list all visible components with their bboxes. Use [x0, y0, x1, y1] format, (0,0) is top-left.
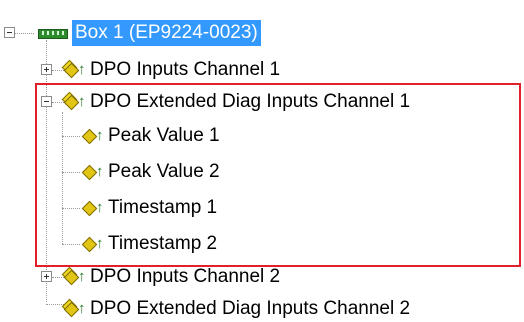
tree-node-label: Box 1 (EP9224-0023) — [72, 20, 261, 46]
tree-guide-line — [62, 244, 80, 245]
tree-node-peak-value-2[interactable]: ↑ Peak Value 2 — [81, 159, 220, 185]
expand-toggle-dpo-inputs-ch1[interactable] — [41, 64, 52, 75]
process-data-variable-icon: ↑ — [81, 234, 104, 254]
tree-guide-line — [62, 136, 80, 137]
tree-node-label: DPO Extended Diag Inputs Channel 2 — [90, 298, 411, 319]
tree-node-timestamp-1[interactable]: ↑ Timestamp 1 — [81, 195, 218, 221]
tree-node-label: Peak Value 1 — [108, 125, 220, 146]
process-data-variable-icon: ↑ — [81, 198, 104, 218]
tree-guide-line — [62, 112, 63, 244]
tree-node-label: Timestamp 1 — [108, 197, 218, 218]
tree-guide-line — [46, 40, 47, 302]
process-data-inputs-icon: ↑ — [61, 266, 86, 287]
io-tree: Box 1 (EP9224-0023) ↑ DPO Inputs Channel… — [0, 0, 524, 319]
tree-guide-line — [52, 277, 64, 278]
tree-guide-line — [62, 208, 80, 209]
tree-node-label: Peak Value 2 — [108, 161, 220, 182]
tree-node-dpo-ext-diag-ch1[interactable]: ↑ DPO Extended Diag Inputs Channel 1 — [61, 89, 411, 115]
process-data-inputs-icon: ↑ — [61, 91, 86, 112]
tree-guide-line — [46, 304, 64, 305]
process-data-variable-icon: ↑ — [81, 162, 104, 182]
process-data-inputs-icon: ↑ — [61, 298, 86, 319]
tree-guide-line — [52, 70, 64, 71]
tree-node-label: DPO Extended Diag Inputs Channel 1 — [90, 91, 411, 112]
tree-node-dpo-inputs-ch1[interactable]: ↑ DPO Inputs Channel 1 — [61, 57, 281, 83]
tree-node-dpo-ext-diag-ch2[interactable]: ↑ DPO Extended Diag Inputs Channel 2 — [61, 296, 411, 322]
tree-node-label: Timestamp 2 — [108, 233, 218, 254]
process-data-variable-icon: ↑ — [81, 126, 104, 146]
process-data-inputs-icon: ↑ — [61, 59, 86, 80]
tree-node-label: DPO Inputs Channel 1 — [90, 59, 281, 80]
tree-node-peak-value-1[interactable]: ↑ Peak Value 1 — [81, 123, 220, 149]
collapse-toggle-dpo-ext-diag-ch1[interactable] — [41, 96, 52, 107]
tree-node-label: DPO Inputs Channel 2 — [90, 266, 281, 287]
terminal-box-icon — [38, 26, 68, 40]
tree-node-dpo-inputs-ch2[interactable]: ↑ DPO Inputs Channel 2 — [61, 264, 281, 290]
tree-node-timestamp-2[interactable]: ↑ Timestamp 2 — [81, 231, 218, 257]
tree-node-box-1[interactable]: Box 1 (EP9224-0023) — [38, 20, 261, 46]
tree-guide-line — [62, 172, 80, 173]
expand-toggle-dpo-inputs-ch2[interactable] — [41, 271, 52, 282]
tree-guide-line — [52, 102, 64, 103]
collapse-toggle-root[interactable] — [4, 27, 15, 38]
tree-guide-line — [14, 33, 34, 34]
